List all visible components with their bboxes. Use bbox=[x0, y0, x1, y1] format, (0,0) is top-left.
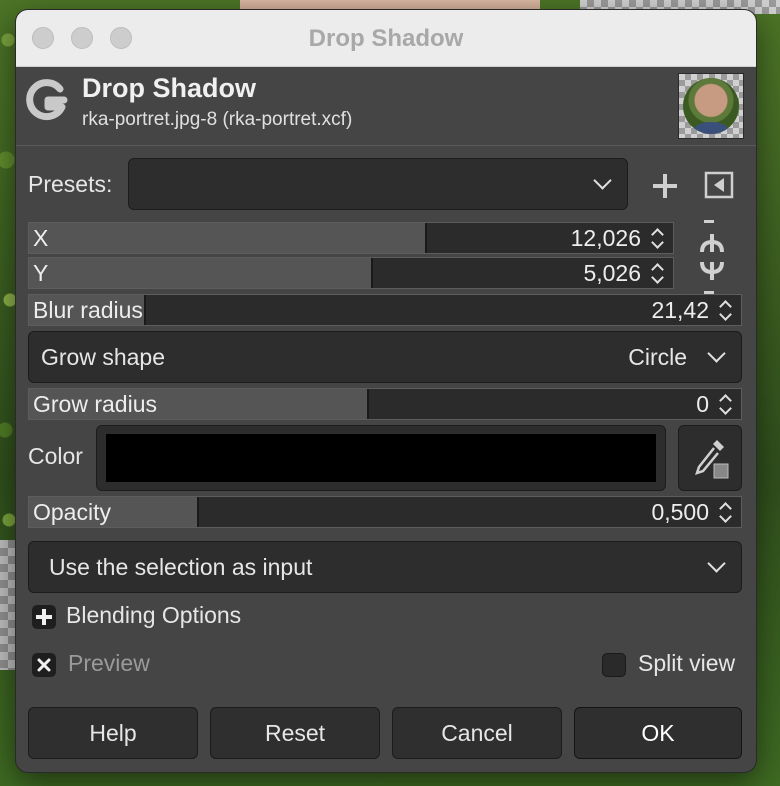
reset-button[interactable]: Reset bbox=[210, 707, 380, 759]
presets-label: Presets: bbox=[28, 171, 113, 197]
help-button[interactable]: Help bbox=[28, 707, 198, 759]
color-button[interactable] bbox=[96, 425, 666, 491]
chevron-down-icon bbox=[593, 171, 612, 190]
split-view-checkbox bbox=[602, 653, 626, 677]
grow-radius-stepper-icon[interactable] bbox=[719, 393, 733, 415]
dialog-title: Drop Shadow bbox=[82, 73, 256, 103]
image-name: rka-portret.jpg-8 (rka-portret.xcf) bbox=[82, 109, 353, 130]
blending-options-expander[interactable]: Blending Options bbox=[32, 602, 272, 632]
x-offset-fill bbox=[29, 223, 427, 253]
y-offset-fill bbox=[29, 258, 373, 288]
input-mode-combo[interactable]: Use the selection as input bbox=[28, 541, 742, 593]
opacity-label: Opacity bbox=[33, 499, 111, 525]
x-offset-label: X bbox=[33, 225, 49, 251]
title-bar[interactable]: Drop Shadow bbox=[16, 10, 756, 67]
y-offset-stepper-icon[interactable] bbox=[651, 262, 665, 284]
portrait-thumbnail bbox=[683, 78, 739, 134]
cancel-button[interactable]: Cancel bbox=[392, 707, 562, 759]
input-mode-value: Use the selection as input bbox=[49, 554, 313, 580]
color-swatch bbox=[106, 434, 656, 482]
grow-radius-spinner[interactable]: Grow radius 0 bbox=[28, 388, 742, 420]
grow-shape-label: Grow shape bbox=[41, 344, 166, 370]
blur-radius-spinner[interactable]: Blur radius 21,42 bbox=[28, 294, 742, 326]
preset-menu-icon[interactable] bbox=[704, 170, 734, 200]
opacity-stepper-icon[interactable] bbox=[719, 501, 733, 523]
blending-options-label: Blending Options bbox=[66, 602, 242, 628]
x-offset-spinner[interactable]: X 12,026 bbox=[28, 222, 674, 254]
opacity-value: 0,500 bbox=[651, 499, 709, 525]
chain-link-icon[interactable] bbox=[696, 220, 728, 294]
grow-radius-value: 0 bbox=[696, 391, 709, 417]
y-offset-label: Y bbox=[33, 260, 49, 286]
blur-radius-stepper-icon[interactable] bbox=[719, 299, 733, 321]
gimp-logo-icon bbox=[26, 79, 68, 121]
split-view-label: Split view bbox=[638, 650, 736, 676]
ok-button[interactable]: OK bbox=[574, 707, 742, 759]
eyedropper-icon bbox=[695, 440, 729, 479]
window-title: Drop Shadow bbox=[308, 25, 464, 52]
preview-toggle[interactable]: Preview bbox=[32, 650, 192, 680]
preview-label: Preview bbox=[68, 650, 150, 676]
dialog-header: Drop Shadow rka-portret.jpg-8 (rka-portr… bbox=[16, 67, 756, 146]
image-thumbnail bbox=[678, 73, 744, 139]
y-offset-value: 5,026 bbox=[583, 260, 641, 286]
drop-shadow-dialog: Drop Shadow Drop Shadow rka-portret.jpg-… bbox=[16, 10, 756, 772]
opacity-spinner[interactable]: Opacity 0,500 bbox=[28, 496, 742, 528]
blur-radius-value: 21,42 bbox=[651, 297, 709, 323]
blur-radius-label: Blur radius bbox=[33, 297, 143, 323]
preview-checkbox-icon bbox=[32, 653, 56, 677]
add-preset-icon[interactable] bbox=[650, 171, 680, 201]
color-picker-button[interactable] bbox=[678, 425, 742, 491]
grow-shape-value: Circle bbox=[628, 344, 687, 370]
expand-plus-icon bbox=[32, 605, 56, 629]
y-offset-spinner[interactable]: Y 5,026 bbox=[28, 257, 674, 289]
grow-shape-combo[interactable]: Grow shape Circle bbox=[28, 331, 742, 383]
chevron-down-icon bbox=[707, 554, 726, 573]
presets-combo[interactable] bbox=[128, 158, 628, 210]
x-offset-stepper-icon[interactable] bbox=[651, 227, 665, 249]
color-label: Color bbox=[28, 443, 83, 469]
split-view-toggle[interactable]: Split view bbox=[602, 650, 752, 680]
grow-radius-label: Grow radius bbox=[33, 391, 157, 417]
x-offset-value: 12,026 bbox=[570, 225, 641, 251]
chevron-down-icon bbox=[707, 344, 726, 363]
